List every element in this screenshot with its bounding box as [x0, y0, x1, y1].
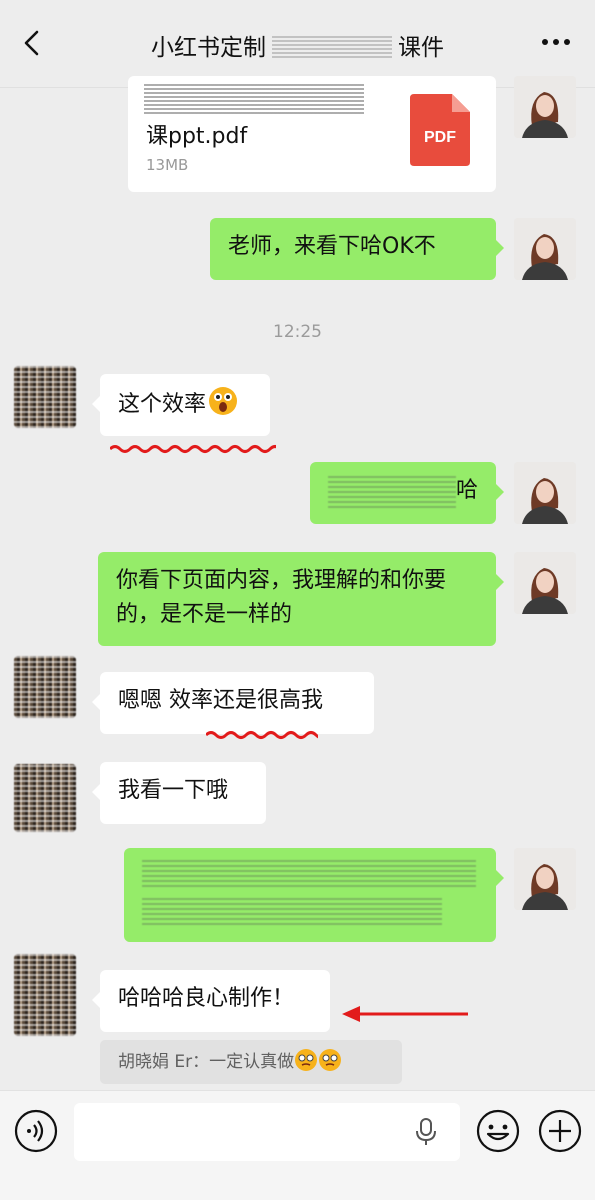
pdf-label: PDF [424, 129, 456, 146]
avatar-self[interactable] [514, 76, 576, 138]
message-text: 你看下页面内容，我理解的和你要的，是不是一样的 [116, 568, 447, 627]
surprised-emoji-icon [209, 387, 238, 415]
input-bar [0, 1090, 595, 1200]
message-input[interactable] [74, 1103, 460, 1161]
file-size: 13MB [146, 156, 189, 174]
message-bubble-self[interactable]: 你看下页面内容，我理解的和你要的，是不是一样的 [98, 552, 504, 646]
red-underline-annotation [206, 731, 318, 739]
message-bubble-self[interactable]: 老师，来看下哈OK不 [210, 218, 504, 280]
redacted-title [272, 36, 392, 58]
message-text: 哈 [455, 478, 478, 503]
timestamp: 12:25 [273, 322, 322, 342]
redacted-message-text [328, 476, 456, 510]
message-bubble-contact[interactable]: 哈哈哈良心制作！ [92, 970, 330, 1032]
avatar-self-image [514, 218, 576, 280]
message-text: 嗯嗯 效率还是很高我 [118, 688, 323, 713]
avatar-self[interactable] [514, 848, 576, 910]
message-bubble-contact[interactable]: 这个效率 [92, 374, 270, 436]
avatar-contact[interactable] [14, 764, 76, 832]
chat-title: 小红书定制 课件 [0, 28, 595, 62]
emoji-icon[interactable] [476, 1109, 520, 1153]
chat-header: 小红书定制 课件 [0, 0, 595, 88]
message-bubble-self[interactable] [124, 848, 504, 942]
message-bubble-contact[interactable]: 嗯嗯 效率还是很高我 [92, 672, 374, 734]
avatar-self[interactable] [514, 552, 576, 614]
red-arrow-annotation [342, 1006, 468, 1022]
quote-text: 胡晓娟 Er：一定认真做 [118, 1052, 295, 1072]
pdf-file-icon: PDF [410, 94, 470, 166]
avatar-self-image [514, 848, 576, 910]
redacted-message-text [142, 898, 442, 928]
avatar-self-image [514, 552, 576, 614]
smirk-emoji-icon [319, 1049, 342, 1071]
message-text: 这个效率 [118, 392, 207, 417]
redacted-message-text [142, 860, 476, 890]
more-dots-icon[interactable] [539, 30, 573, 54]
title-left: 小红书定制 [151, 35, 266, 61]
red-underline-annotation [110, 445, 276, 453]
file-message[interactable]: 课ppt.pdf 13MB PDF [128, 76, 496, 192]
avatar-contact[interactable] [14, 656, 76, 718]
file-name: 课ppt.pdf [146, 124, 248, 149]
avatar-contact[interactable] [14, 366, 76, 428]
mic-icon[interactable] [414, 1117, 438, 1147]
plus-circle-icon[interactable] [538, 1109, 582, 1153]
avatar-self[interactable] [514, 462, 576, 524]
title-right: 课件 [398, 35, 444, 61]
message-text: 哈哈哈良心制作！ [118, 986, 295, 1011]
avatar-self[interactable] [514, 218, 576, 280]
quoted-reply[interactable]: 胡晓娟 Er：一定认真做 [100, 1040, 402, 1084]
smirk-emoji-icon [295, 1049, 318, 1071]
avatar-self-image [514, 462, 576, 524]
message-bubble-self[interactable]: 哈 [310, 462, 504, 524]
message-text: 老师，来看下哈OK不 [228, 234, 436, 259]
avatar-contact[interactable] [14, 954, 76, 1036]
message-text: 我看一下哦 [118, 778, 229, 803]
avatar-self-image [514, 76, 576, 138]
redacted-file-name [144, 84, 364, 116]
message-bubble-contact[interactable]: 我看一下哦 [92, 762, 266, 824]
voice-icon[interactable] [14, 1109, 58, 1153]
